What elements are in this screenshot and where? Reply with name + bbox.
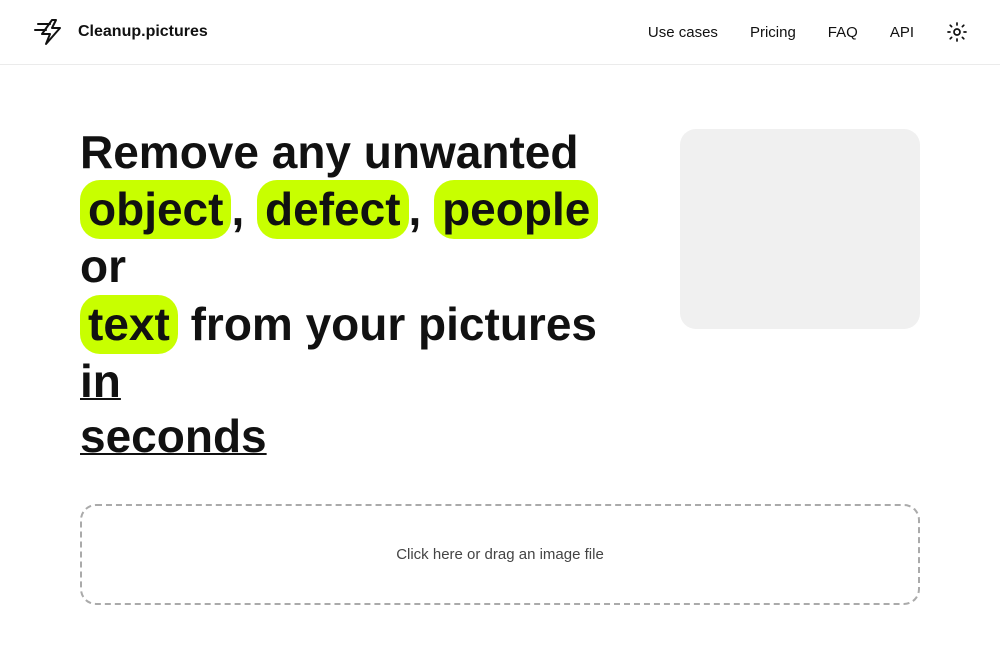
hero-comma1: , [231, 183, 257, 235]
settings-icon[interactable] [946, 21, 968, 43]
upload-section: Click here or drag an image file [0, 504, 1000, 645]
nav-faq[interactable]: FAQ [828, 24, 858, 41]
hero-word-object: object [80, 180, 231, 239]
hero-comma2: , [409, 183, 435, 235]
hero-line1: Remove any unwanted [80, 126, 578, 178]
hero-image [680, 129, 920, 329]
hero-word-defect: defect [257, 180, 408, 239]
upload-dropzone[interactable]: Click here or drag an image file [80, 504, 920, 605]
header: Cleanup.pictures Use cases Pricing FAQ A… [0, 0, 1000, 65]
hero-line3: from your pictures [178, 298, 597, 350]
logo-icon [32, 14, 68, 50]
nav-api[interactable]: API [890, 24, 914, 41]
hero-word-or: or [80, 240, 126, 292]
logo-text: Cleanup.pictures [78, 23, 208, 41]
logo[interactable]: Cleanup.pictures [32, 14, 208, 50]
upload-label: Click here or drag an image file [396, 546, 604, 563]
main-content: Remove any unwanted object, defect, peop… [0, 65, 1000, 504]
nav-use-cases[interactable]: Use cases [648, 24, 718, 41]
hero-heading: Remove any unwanted object, defect, peop… [80, 125, 620, 464]
hero-section: Remove any unwanted object, defect, peop… [80, 125, 620, 464]
hero-word-seconds: seconds [80, 410, 267, 462]
hero-word-text: text [80, 295, 178, 354]
hero-word-in: in [80, 355, 121, 407]
nav-pricing[interactable]: Pricing [750, 24, 796, 41]
hero-word-people: people [434, 180, 598, 239]
main-nav: Use cases Pricing FAQ API [648, 21, 968, 43]
